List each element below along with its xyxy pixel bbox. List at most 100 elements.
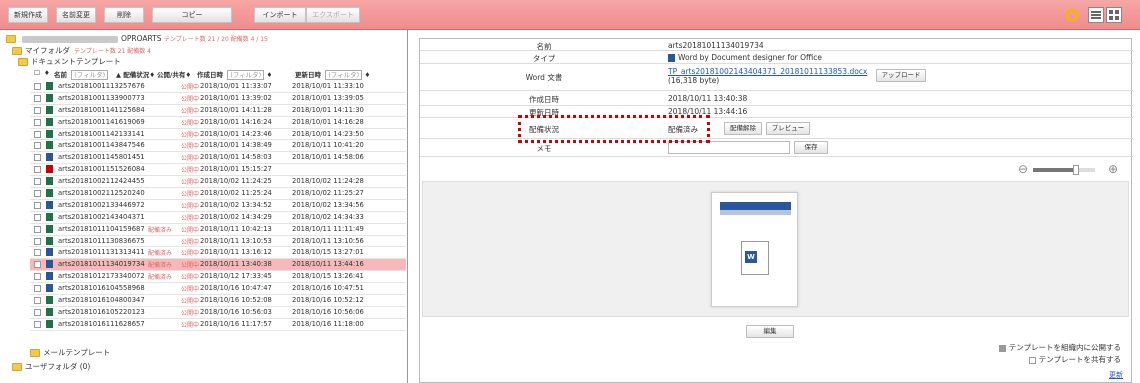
folder-icon xyxy=(12,363,22,371)
row-checkbox[interactable] xyxy=(34,261,41,269)
row-share: 公開中 xyxy=(181,250,200,258)
publish-option[interactable]: テンプレートを組織内に公開する xyxy=(998,342,1121,353)
preview-button[interactable]: プレビュー xyxy=(766,122,810,135)
word-file-icon xyxy=(46,248,53,257)
refresh-icon[interactable] xyxy=(1064,7,1080,23)
row-checkbox[interactable] xyxy=(34,213,41,221)
row-checkbox[interactable] xyxy=(34,130,41,138)
table-row[interactable]: arts20181001145801451 公開中 2018/10/01 14:58… xyxy=(30,152,406,165)
user-folder-node[interactable]: ユーザフォルダ (0) xyxy=(12,361,90,372)
row-checkbox[interactable] xyxy=(34,320,41,328)
name-filter-input[interactable]: (フィルタ) xyxy=(71,70,109,80)
share-checkbox[interactable] xyxy=(1028,356,1036,364)
table-row[interactable]: arts20181001151526084 公開中 2018/10/01 15:15… xyxy=(30,164,406,177)
row-updated: 2018/10/15 13:27:01 xyxy=(292,248,364,257)
table-row[interactable]: arts20181016104800347 公開中 2018/10/16 10:52… xyxy=(30,295,406,307)
row-share: 公開中 xyxy=(181,155,200,163)
excel-file-icon xyxy=(46,224,53,233)
table-row[interactable]: arts20181002112424455 公開中 2018/10/02 11:24… xyxy=(30,176,406,189)
table-row[interactable]: arts20181001141619069 公開中 2018/10/01 14:16… xyxy=(30,117,406,129)
doc-templates-node[interactable]: ドキュメントテンプレート xyxy=(18,56,121,67)
updated-column-header[interactable]: 更新日時 (フィルタ) ♦ xyxy=(295,69,370,80)
share-column-header[interactable]: 公開/共有♦ xyxy=(157,69,191,79)
save-button[interactable]: 保存 xyxy=(794,141,828,154)
sort-icon[interactable]: ♦ xyxy=(44,69,50,77)
row-checkbox[interactable] xyxy=(34,285,41,293)
table-row[interactable]: arts20181001143847546 公開中 2018/10/01 14:38… xyxy=(30,140,406,153)
list-view-icon[interactable] xyxy=(1088,7,1104,23)
prop-file: Word 文書 TP_arts20181002143404371_2018101… xyxy=(420,64,1133,91)
row-created: 2018/10/16 11:17:57 xyxy=(200,319,272,328)
row-checkbox[interactable] xyxy=(34,190,41,198)
row-checkbox[interactable] xyxy=(34,118,41,126)
table-row[interactable]: arts20181001141125684 公開中 2018/10/01 14:11… xyxy=(30,105,406,117)
publish-label: テンプレートを組織内に公開する xyxy=(1008,343,1121,352)
created-filter-input[interactable]: (フィルタ) xyxy=(227,70,265,80)
my-folder-node[interactable]: マイフォルダ テンプレート数 21 配備数 4 xyxy=(12,45,151,56)
table-row[interactable]: arts20181002143404371 公開中 2018/10/02 14:34… xyxy=(30,212,406,224)
zoom-out-icon[interactable]: ⊖ xyxy=(1018,162,1028,176)
row-name: arts20181016104800347 xyxy=(58,296,145,305)
name-column-header[interactable]: 名前 (フィルタ) xyxy=(54,69,109,80)
grid-view-icon[interactable] xyxy=(1106,7,1122,23)
export-button[interactable]: エクスポート xyxy=(306,7,360,23)
row-checkbox[interactable] xyxy=(34,83,41,90)
row-checkbox[interactable] xyxy=(34,308,41,316)
table-row[interactable]: arts20181011131313411 配備済み 公開中 2018/10/11 1… xyxy=(30,247,406,260)
row-share: 公開中 xyxy=(181,202,200,210)
status-column-header[interactable]: ▲ 配備状況♦ xyxy=(116,69,155,79)
updated-filter-input[interactable]: (フィルタ) xyxy=(325,70,363,80)
table-row[interactable]: arts20181016111628657 公開中 2018/10/16 11:17… xyxy=(30,319,406,331)
row-checkbox[interactable] xyxy=(34,225,41,233)
row-checkbox[interactable] xyxy=(34,249,41,257)
doc-templates-label: ドキュメントテンプレート xyxy=(31,57,121,66)
row-checkbox[interactable] xyxy=(34,178,41,186)
row-checkbox[interactable] xyxy=(34,166,41,174)
table-row[interactable]: arts20181001133900773 公開中 2018/10/01 13:39… xyxy=(30,93,406,105)
row-checkbox[interactable] xyxy=(34,154,41,162)
import-button[interactable]: インポート xyxy=(254,7,306,23)
table-row[interactable]: arts20181011134019734 配備済み 公開中 2018/10/11 1… xyxy=(30,259,406,272)
upload-button[interactable]: アップロード xyxy=(876,69,926,82)
table-row[interactable]: arts20181011104159687 配備済み 公開中 2018/10/11 1… xyxy=(30,224,406,236)
row-checkbox[interactable] xyxy=(34,297,41,305)
created-column-header[interactable]: 作成日時 (フィルタ) ♦ xyxy=(197,69,272,80)
row-checkbox[interactable] xyxy=(34,142,41,150)
table-row[interactable]: arts20181012173340072 配備済み 公開中 2018/10/12 1… xyxy=(30,271,406,284)
copy-button[interactable]: コピー xyxy=(152,7,232,23)
table-row[interactable]: arts20181002112520240 公開中 2018/10/02 11:25… xyxy=(30,188,406,200)
undeploy-button[interactable]: 配備解除 xyxy=(724,122,762,135)
document-thumbnail[interactable]: W xyxy=(711,192,798,307)
table-row[interactable]: arts20181016105220123 公開中 2018/10/16 10:56… xyxy=(30,307,406,319)
update-link[interactable]: 更新 xyxy=(1109,370,1123,380)
zoom-slider-handle[interactable] xyxy=(1073,165,1080,175)
row-checkbox[interactable] xyxy=(34,273,41,281)
prop-name: 名前 arts20181011134019734 xyxy=(420,39,1133,51)
row-name: arts20181011130836675 xyxy=(58,236,145,245)
zoom-in-icon[interactable]: ⊕ xyxy=(1108,162,1118,176)
publish-checkbox[interactable] xyxy=(998,344,1006,352)
new-button[interactable]: 新規作成 xyxy=(8,7,48,23)
word-file-icon xyxy=(46,200,53,209)
table-row[interactable]: arts20181001142133141 公開中 2018/10/01 14:23… xyxy=(30,129,406,141)
mail-templates-node[interactable]: メールテンプレート xyxy=(30,347,110,358)
row-checkbox[interactable] xyxy=(34,201,41,209)
select-all-checkbox[interactable]: ☐ xyxy=(34,69,40,77)
root-folder-label[interactable]: OPROARTS xyxy=(121,34,162,43)
table-row[interactable]: arts20181001113257676 公開中 2018/10/01 11:33… xyxy=(30,81,406,93)
row-share: 公開中 xyxy=(181,309,200,317)
zoom-slider[interactable] xyxy=(1033,165,1095,175)
row-checkbox[interactable] xyxy=(34,237,41,245)
row-updated: 2018/10/16 10:47:51 xyxy=(292,284,364,293)
row-checkbox[interactable] xyxy=(34,94,41,102)
edit-button[interactable]: 編集 xyxy=(746,325,794,338)
table-row[interactable]: arts20181011130836675 公開中 2018/10/11 13:10… xyxy=(30,236,406,248)
file-download-link[interactable]: TP_arts20181002143404371_20181011133853.… xyxy=(668,67,867,76)
share-option[interactable]: テンプレートを共有する xyxy=(1028,354,1121,365)
delete-button[interactable]: 削除 xyxy=(104,7,144,23)
rename-button[interactable]: 名前変更 xyxy=(56,7,96,23)
table-row[interactable]: arts20181002133446972 公開中 2018/10/02 13:34… xyxy=(30,200,406,212)
row-created: 2018/10/01 14:16:24 xyxy=(200,117,272,126)
table-row[interactable]: arts20181016104558968 公開中 2018/10/16 10:47… xyxy=(30,283,406,296)
row-checkbox[interactable] xyxy=(34,106,41,114)
